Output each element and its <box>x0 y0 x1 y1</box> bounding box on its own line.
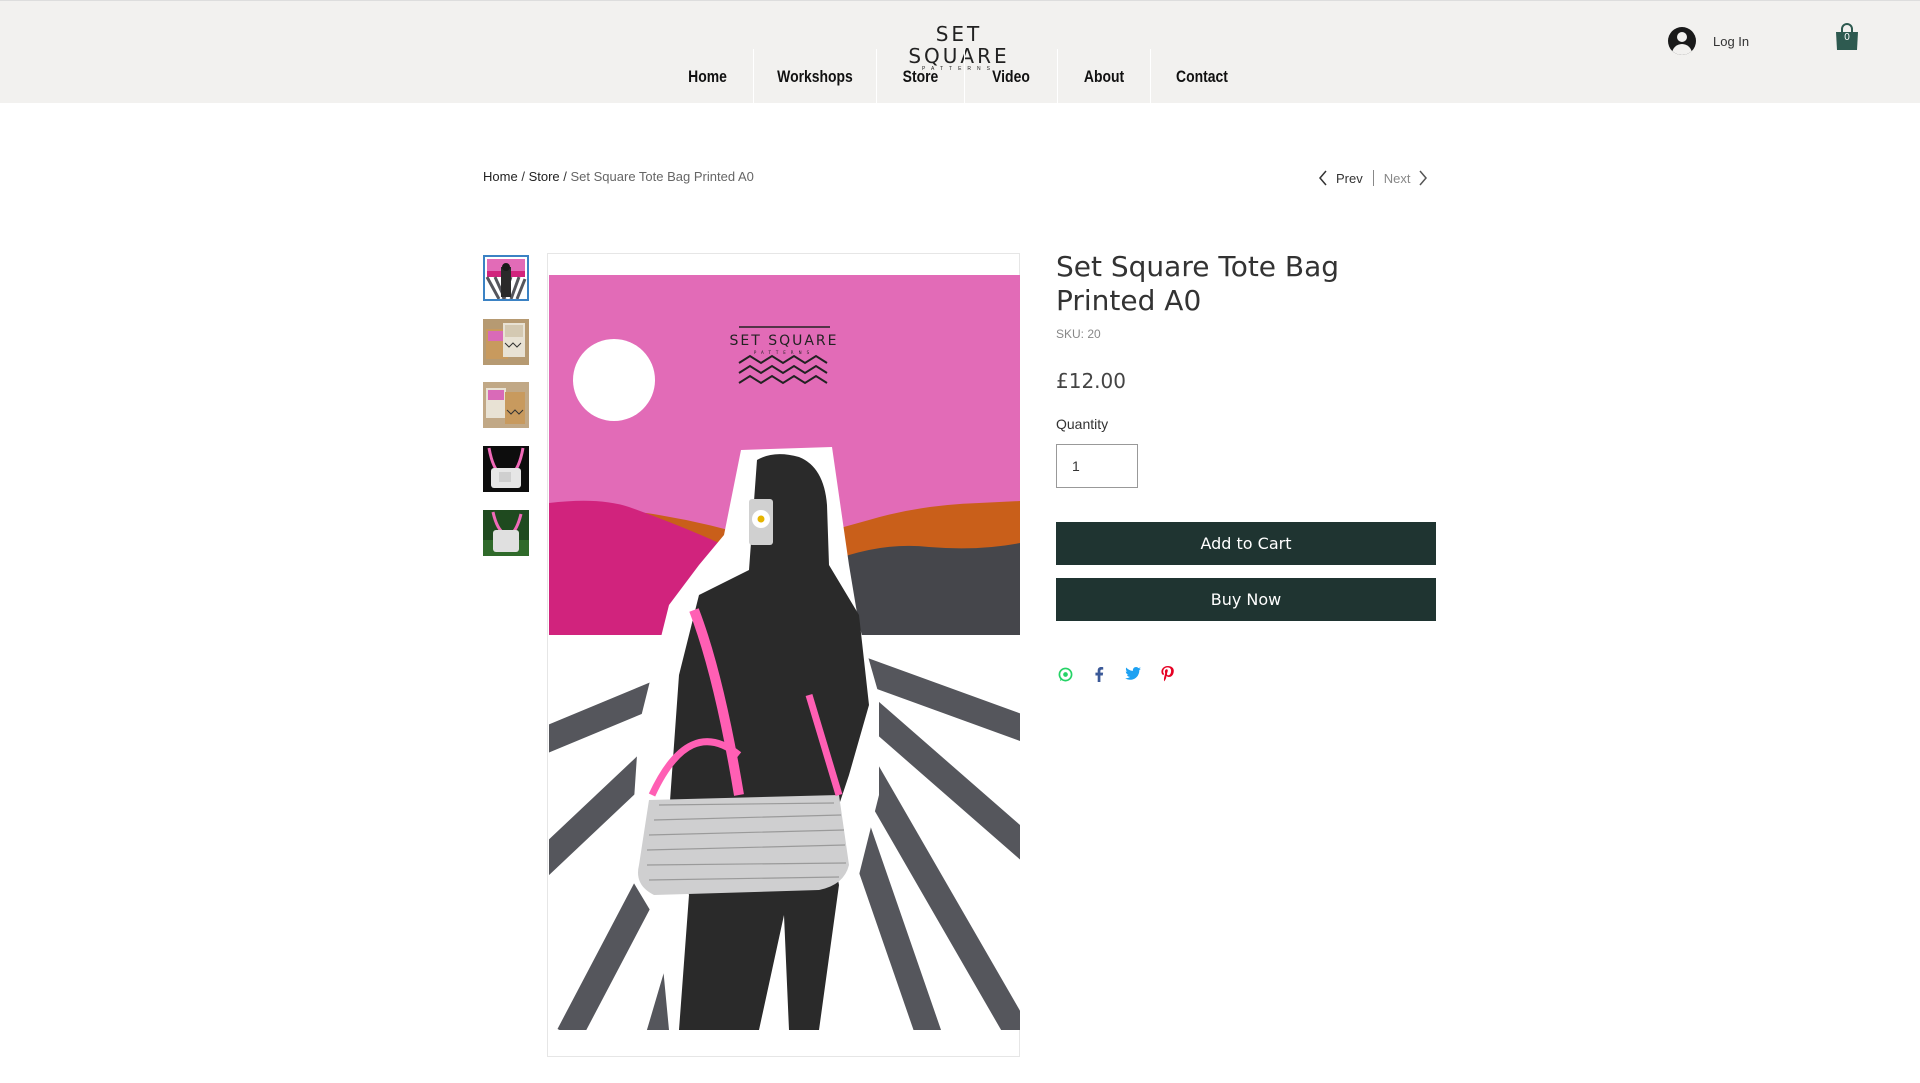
thumbnail-2[interactable] <box>483 319 529 365</box>
pinterest-icon[interactable] <box>1159 666 1175 682</box>
twitter-icon[interactable] <box>1125 666 1141 682</box>
user-avatar-icon <box>1668 27 1696 55</box>
breadcrumb-current: Set Square Tote Bag Printed A0 <box>570 169 754 184</box>
thumbnail-1[interactable] <box>483 255 529 301</box>
art-logo-text: SET SQUARE <box>729 333 838 349</box>
buy-now-button[interactable]: Buy Now <box>1056 578 1436 621</box>
prev-label: Prev <box>1336 170 1363 186</box>
breadcrumb-store[interactable]: Store <box>529 169 560 184</box>
pager-divider <box>1372 170 1374 186</box>
prev-button[interactable]: Prev <box>1318 170 1363 186</box>
cart-button[interactable]: 0 <box>1835 23 1859 51</box>
thumbnail-image <box>485 257 527 299</box>
product-title: Set Square Tote Bag Printed A0 <box>1056 250 1340 317</box>
add-to-cart-button[interactable]: Add to Cart <box>1056 522 1436 565</box>
thumbnail-image <box>483 319 529 365</box>
login-label: Log In <box>1713 33 1750 49</box>
nav-divider <box>876 49 877 104</box>
next-label: Next <box>1383 170 1411 186</box>
main-nav: Home Workshops Store Video About Contact <box>662 49 1253 104</box>
nav-divider <box>753 49 754 104</box>
nav-home[interactable]: Home <box>670 49 745 104</box>
thumbnail-image <box>483 446 529 492</box>
quantity-input[interactable] <box>1056 444 1138 488</box>
facebook-icon[interactable] <box>1091 666 1107 682</box>
breadcrumb-separator: / <box>563 169 567 184</box>
product-pager: Prev Next <box>1318 170 1428 186</box>
thumbnail-image <box>483 510 529 556</box>
product-main-image[interactable]: SET SQUARE PATTERNS <box>549 275 1020 1030</box>
nav-video[interactable]: Video <box>973 49 1048 104</box>
thumbnail-3[interactable] <box>483 382 529 428</box>
thumbnail-4[interactable] <box>483 446 529 492</box>
quantity-label: Quantity <box>1056 416 1109 432</box>
nav-divider <box>1150 49 1151 104</box>
nav-divider <box>964 49 965 104</box>
breadcrumb-separator: / <box>521 169 525 184</box>
next-button[interactable]: Next <box>1384 170 1429 186</box>
thumbnail-5[interactable] <box>483 510 529 556</box>
nav-about[interactable]: About <box>1066 49 1141 104</box>
nav-divider <box>1057 49 1058 104</box>
nav-workshops[interactable]: Workshops <box>765 49 865 104</box>
thumbnail-image <box>483 382 529 428</box>
product-price: £12.00 <box>1056 369 1126 393</box>
product-sku: SKU: 20 <box>1056 327 1101 341</box>
art-logo-subtext: PATTERNS <box>754 350 814 355</box>
cart-count: 0 <box>1844 32 1850 43</box>
whatsapp-icon[interactable] <box>1057 666 1073 682</box>
share-bar <box>1057 666 1193 682</box>
chevron-left-icon <box>1319 170 1327 186</box>
chevron-right-icon <box>1419 170 1428 186</box>
site-header: SET SQUARE PATTERNS Home Workshops Store… <box>0 0 1920 104</box>
nav-contact[interactable]: Contact <box>1160 49 1244 104</box>
breadcrumb: Home / Store / Set Square Tote Bag Print… <box>483 169 754 184</box>
breadcrumb-home[interactable]: Home <box>483 169 518 184</box>
nav-store[interactable]: Store <box>885 49 956 104</box>
login-button[interactable]: Log In <box>1668 27 1749 55</box>
